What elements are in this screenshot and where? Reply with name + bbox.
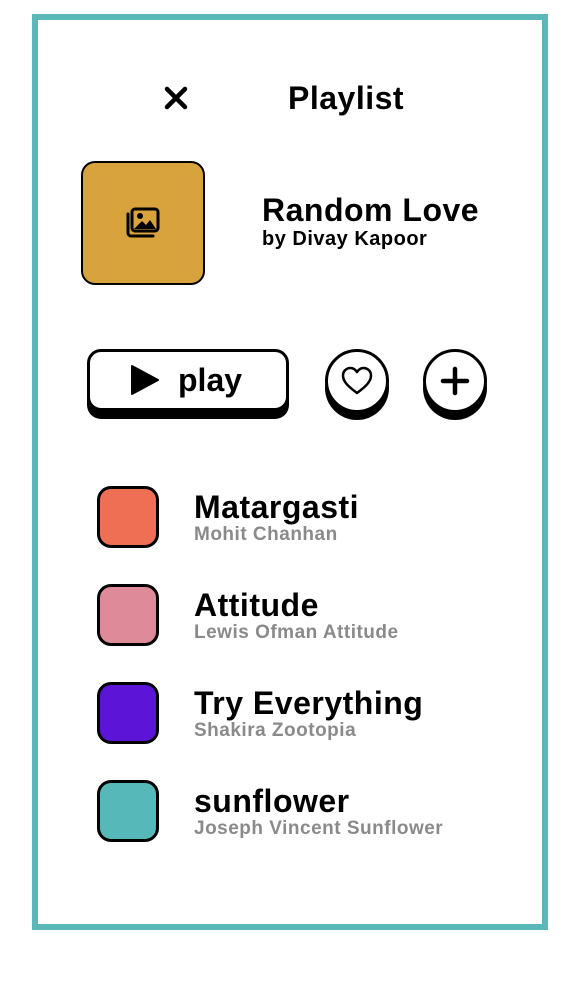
- image-gallery-icon: [126, 207, 160, 238]
- play-button[interactable]: play: [87, 349, 289, 411]
- like-button[interactable]: [325, 349, 389, 413]
- playlist-author: by Divay Kapoor: [262, 228, 428, 250]
- song-thumbnail: [97, 486, 159, 548]
- song-artist: Joseph Vincent Sunflower: [194, 818, 444, 839]
- song-list: Matargasti Mohit Chanhan Attitude Lewis …: [97, 486, 517, 878]
- song-item[interactable]: sunflower Joseph Vincent Sunflower: [97, 780, 517, 878]
- heart-icon: [341, 366, 373, 395]
- song-thumbnail: [97, 780, 159, 842]
- playlist-info: Random Love by Divay Kapoor: [262, 192, 479, 250]
- song-artist: Lewis Ofman Attitude: [194, 622, 399, 643]
- close-icon: [164, 86, 188, 110]
- song-thumbnail: [97, 584, 159, 646]
- play-label: play: [178, 361, 243, 398]
- song-title: sunflower: [194, 783, 350, 819]
- song-title: Try Everything: [194, 685, 424, 721]
- add-button[interactable]: [423, 349, 487, 413]
- plus-icon: [440, 366, 470, 396]
- song-item[interactable]: Matargasti Mohit Chanhan: [97, 486, 517, 584]
- close-button[interactable]: [160, 82, 192, 114]
- playlist-panel: Playlist Random Love by Divay Kapoor pla…: [32, 14, 548, 930]
- header: Playlist: [38, 80, 542, 120]
- play-icon: [131, 365, 159, 395]
- page-title: Playlist: [288, 80, 405, 116]
- song-item[interactable]: Attitude Lewis Ofman Attitude: [97, 584, 517, 682]
- playlist-name: Random Love: [262, 192, 480, 228]
- song-title: Attitude: [194, 587, 319, 623]
- playlist-cover: [81, 161, 205, 285]
- song-artist: Mohit Chanhan: [194, 524, 338, 545]
- song-item[interactable]: Try Everything Shakira Zootopia: [97, 682, 517, 780]
- song-artist: Shakira Zootopia: [194, 720, 357, 741]
- song-thumbnail: [97, 682, 159, 744]
- song-title: Matargasti: [194, 489, 360, 525]
